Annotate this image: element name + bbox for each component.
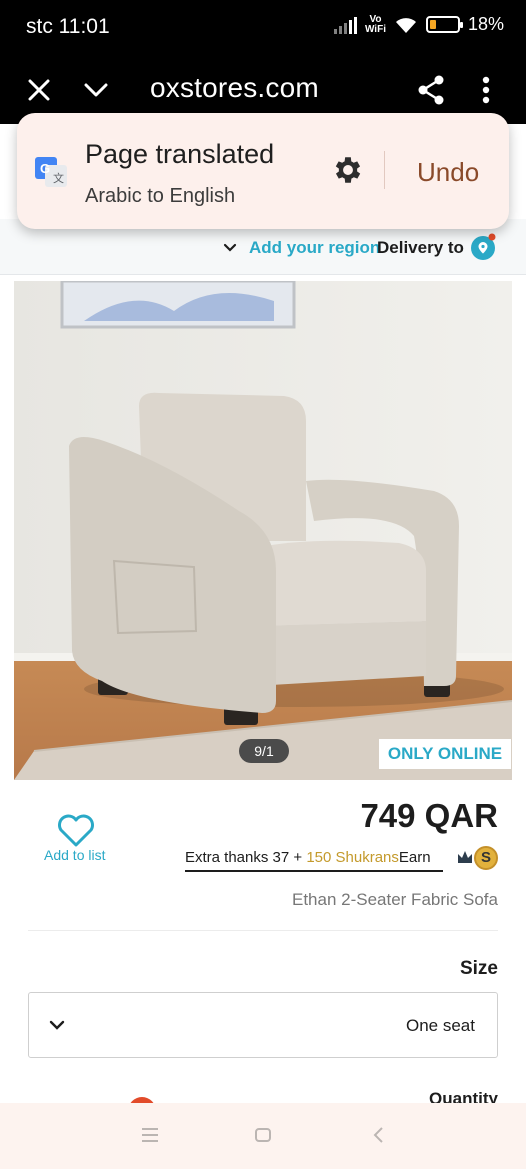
- navigation-bar: [0, 1103, 526, 1169]
- divider: [384, 151, 385, 189]
- svg-text:G: G: [40, 161, 50, 176]
- undo-button[interactable]: Undo: [417, 157, 479, 188]
- wifi-icon: [395, 17, 416, 33]
- menu-icon[interactable]: [141, 1127, 159, 1143]
- signal-icon: [333, 16, 357, 34]
- network-label-bottom: WiFi: [364, 23, 386, 35]
- google-translate-icon: G 文: [35, 157, 67, 187]
- gear-icon[interactable]: [331, 153, 365, 187]
- translate-title: Page translated: [85, 139, 275, 169]
- status-icons: Vo WiFi 18%: [333, 13, 504, 35]
- translate-subtitle: Arabic to English: [85, 185, 236, 207]
- shukran-offer[interactable]: Extra thanks 37 + 150 ShukransEarn: [185, 849, 443, 872]
- shukran-text-before: Extra thanks 37 +: [185, 849, 307, 866]
- more-vert-icon[interactable]: [466, 70, 506, 110]
- size-label: Size: [459, 958, 498, 979]
- location-pin-icon[interactable]: [470, 233, 498, 263]
- size-select[interactable]: One seat: [28, 992, 498, 1058]
- add-to-list-button[interactable]: Add to list: [44, 847, 105, 863]
- size-value: One seat: [406, 1016, 475, 1035]
- add-region-link[interactable]: Add your region: [249, 238, 380, 258]
- back-icon[interactable]: [372, 1127, 384, 1143]
- heart-icon[interactable]: [56, 812, 96, 848]
- url-text[interactable]: oxstores.com: [150, 72, 319, 104]
- volte-wifi-indicator: Vo WiFi: [364, 13, 386, 35]
- network-label-top: Vo: [369, 13, 382, 25]
- product-name: Ethan 2-Seater Fabric Sofa: [291, 890, 498, 909]
- chevron-down-icon: [49, 1020, 65, 1030]
- home-icon[interactable]: [254, 1127, 272, 1143]
- delivery-to-label: Delivery to: [377, 238, 464, 257]
- armchair-photo: [14, 281, 512, 780]
- product-image[interactable]: [14, 281, 512, 780]
- only-online-badge: ONLY ONLINE: [379, 739, 511, 769]
- shukran-points: 150 Shukrans: [306, 849, 399, 866]
- price: 749 QAR: [360, 797, 498, 834]
- battery-percent: 18%: [467, 14, 504, 34]
- status-bar: stc 11:01 Vo WiFi 18%: [0, 0, 526, 56]
- shukran-text-after: Earn: [398, 849, 431, 866]
- chevron-down-icon[interactable]: [222, 240, 238, 256]
- crown-icon: [458, 851, 472, 863]
- share-icon[interactable]: [411, 70, 451, 110]
- translate-popup: G 文 Page translated Arabic to English Un…: [17, 113, 509, 229]
- divider: [28, 930, 498, 931]
- chevron-down-icon[interactable]: [76, 70, 116, 110]
- close-icon[interactable]: [19, 70, 59, 110]
- shukran-coin-icon: S: [474, 846, 498, 870]
- image-counter: 9/1: [239, 739, 289, 763]
- carrier-time: stc 11:01: [26, 15, 110, 38]
- battery-icon: [425, 16, 463, 33]
- svg-text:文: 文: [53, 171, 64, 185]
